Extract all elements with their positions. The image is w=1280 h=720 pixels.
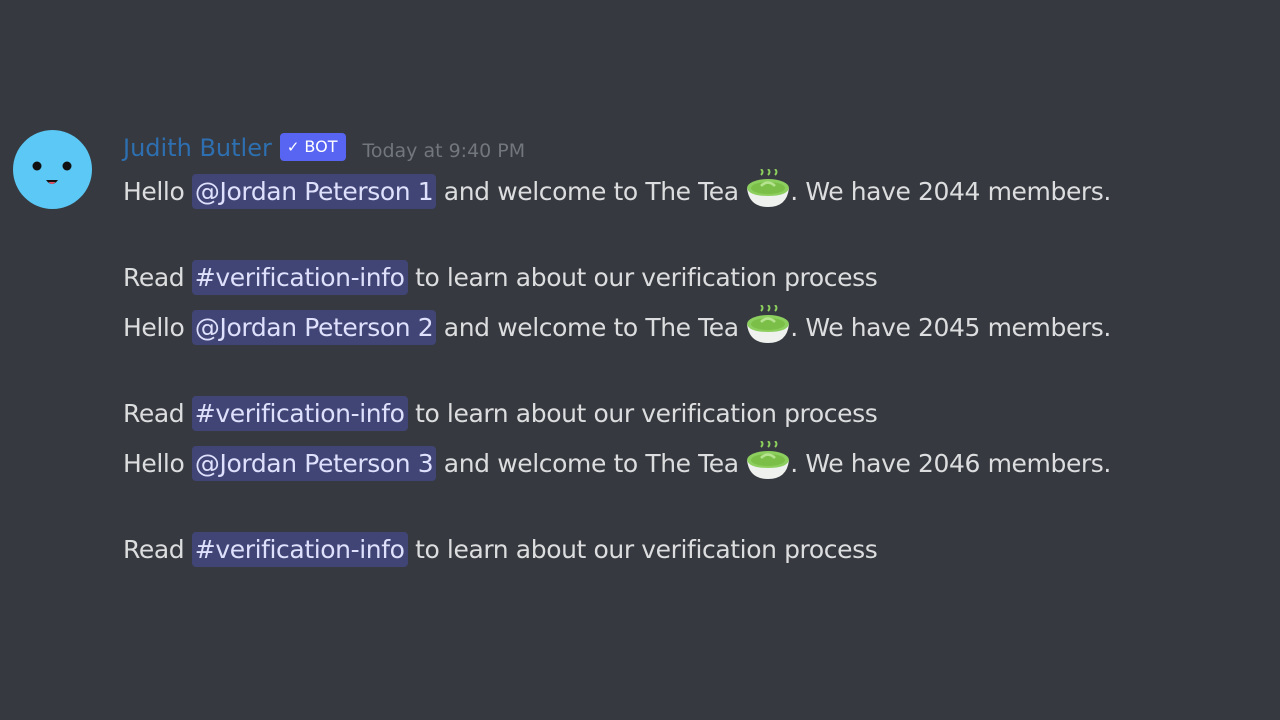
learn-text: to learn about our verification process (407, 535, 878, 564)
welcome-text: and welcome to The Tea (436, 313, 747, 342)
bot-tag: ✓ BOT (279, 133, 347, 161)
learn-text: to learn about our verification process (407, 399, 878, 428)
read-text: Read (123, 399, 192, 428)
members-text: . We have 2044 members. (790, 177, 1111, 206)
read-text: Read (123, 263, 192, 292)
welcome-line: Hello @Jordan Peterson 2 and welcome to … (123, 303, 1263, 353)
avatar[interactable] (13, 130, 92, 209)
welcome-text: and welcome to The Tea (436, 177, 747, 206)
user-mention[interactable]: @Jordan Peterson 3 (191, 446, 437, 481)
welcome-text: and welcome to The Tea (436, 449, 747, 478)
welcome-line: Hello @Jordan Peterson 1 and welcome to … (123, 167, 1263, 217)
chat-area: Judith Butler ✓ BOT Today at 9:40 PM Hel… (0, 0, 1280, 720)
channel-mention[interactable]: #verification-info (191, 532, 408, 567)
author-name[interactable]: Judith Butler (123, 133, 272, 163)
learn-text: to learn about our verification process (407, 263, 878, 292)
bot-tag-label: BOT (304, 137, 338, 156)
message-header: Judith Butler ✓ BOT Today at 9:40 PM (123, 129, 1263, 167)
user-mention[interactable]: @Jordan Peterson 2 (191, 310, 437, 345)
matcha-tea-bowl-icon (747, 305, 790, 343)
welcome-line: Hello @Jordan Peterson 3 and welcome to … (123, 439, 1263, 489)
hello-text: Hello (123, 177, 192, 206)
channel-mention[interactable]: #verification-info (191, 396, 408, 431)
verification-line: Read #verification-info to learn about o… (123, 389, 1263, 439)
user-mention[interactable]: @Jordan Peterson 1 (191, 174, 437, 209)
timestamp[interactable]: Today at 9:40 PM (362, 140, 525, 162)
verification-line: Read #verification-info to learn about o… (123, 525, 1263, 575)
channel-mention[interactable]: #verification-info (191, 260, 408, 295)
members-text: . We have 2045 members. (790, 313, 1111, 342)
verification-line: Read #verification-info to learn about o… (123, 253, 1263, 303)
matcha-tea-bowl-icon (747, 169, 790, 207)
members-text: . We have 2046 members. (790, 449, 1111, 478)
smiley-face-icon (32, 161, 72, 184)
checkmark-icon: ✓ (286, 138, 300, 156)
message-body: Judith Butler ✓ BOT Today at 9:40 PM Hel… (123, 129, 1263, 575)
hello-text: Hello (123, 313, 192, 342)
read-text: Read (123, 535, 192, 564)
matcha-tea-bowl-icon (747, 441, 790, 479)
hello-text: Hello (123, 449, 192, 478)
